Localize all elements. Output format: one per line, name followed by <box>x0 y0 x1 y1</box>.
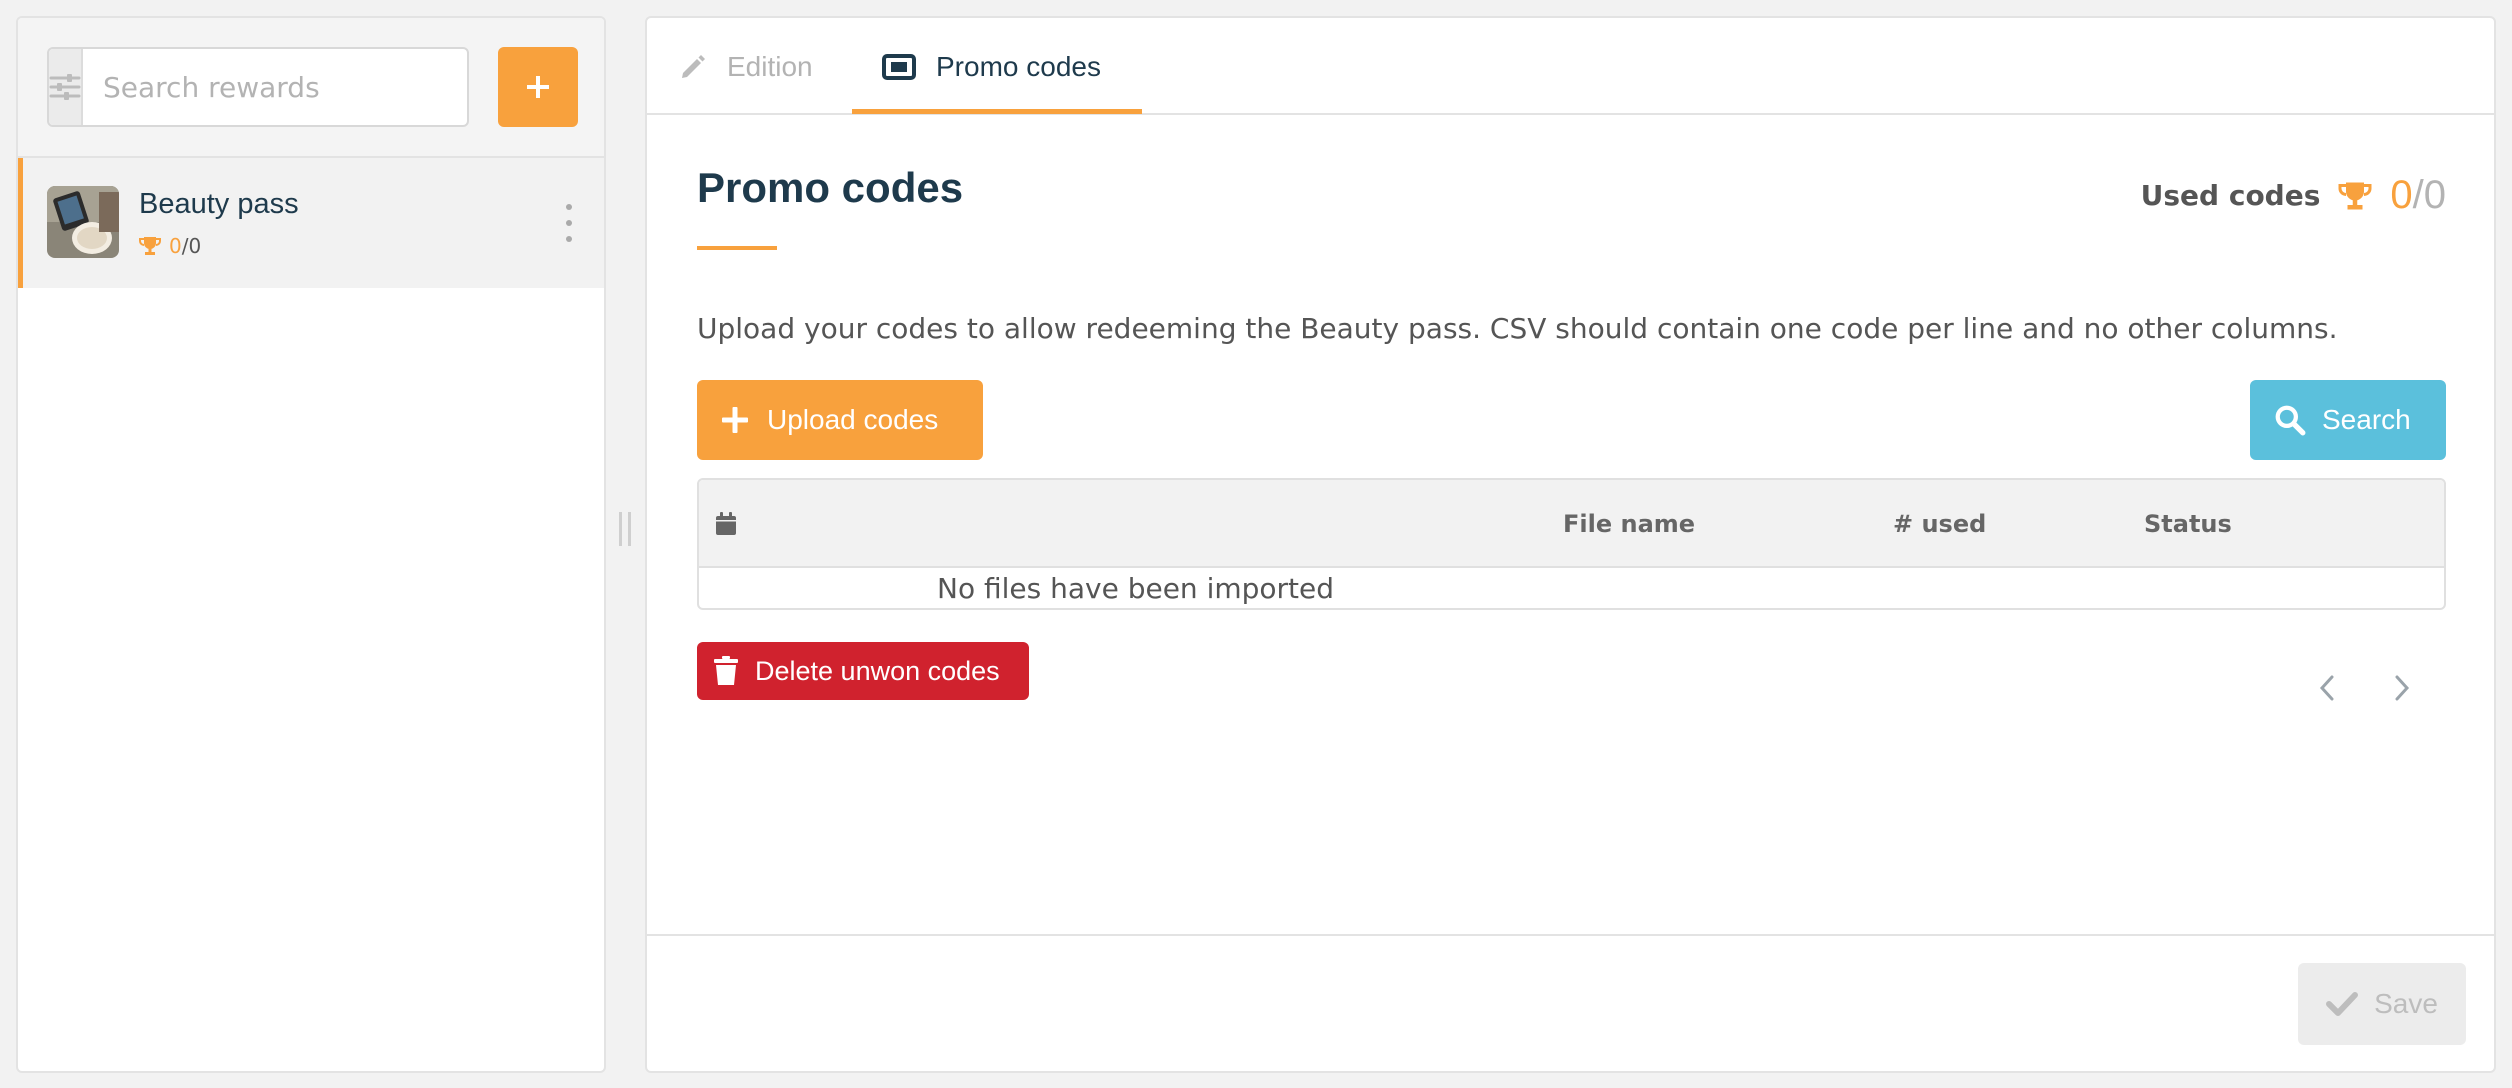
delete-unwon-codes-label: Delete unwon codes <box>755 655 1000 686</box>
reward-usage: 0/0 <box>139 234 201 258</box>
reward-total-count: 0 <box>188 234 202 258</box>
reward-more-options-icon[interactable] <box>563 204 575 242</box>
save-button[interactable]: Save <box>2298 963 2466 1045</box>
title-underline <box>697 246 777 250</box>
search-codes-button[interactable]: Search <box>2250 380 2446 460</box>
plus-icon <box>527 76 549 98</box>
used-codes-count: 0/0 <box>2390 173 2446 218</box>
table-body: No files have been imported <box>699 568 2444 608</box>
tab-edition[interactable]: Edition <box>679 18 813 115</box>
tab-edition-label: Edition <box>727 50 813 82</box>
save-label: Save <box>2374 988 2438 1019</box>
reward-name: Beauty pass <box>139 188 299 220</box>
add-reward-button[interactable] <box>498 47 578 127</box>
upload-codes-label: Upload codes <box>767 404 939 435</box>
table-header: File name # used Status <box>699 480 2444 568</box>
imported-files-table: File name # used Status No files have be… <box>697 478 2446 610</box>
upload-codes-button[interactable]: Upload codes <box>697 380 983 460</box>
rewards-sidebar: Beauty pass 0/0 <box>16 16 606 1073</box>
reward-thumbnail <box>47 186 119 258</box>
reward-list-item[interactable]: Beauty pass 0/0 <box>18 158 604 288</box>
pencil-icon <box>682 54 705 78</box>
used-codes-total: 0 <box>2423 173 2446 217</box>
panel-footer <box>647 934 2494 1071</box>
column-header-file-name[interactable]: File name <box>1563 510 1695 538</box>
plus-icon <box>722 407 748 433</box>
used-codes-label: Used codes <box>2140 179 2321 212</box>
page-title: Promo codes <box>697 164 964 211</box>
upload-instructions: Upload your codes to allow redeeming the… <box>697 312 2338 345</box>
tab-bar: Edition Promo codes <box>647 18 2494 115</box>
sliders-icon <box>49 74 81 100</box>
ticket-icon <box>882 53 916 80</box>
delete-unwon-codes-button[interactable]: Delete unwon codes <box>697 642 1029 700</box>
filter-button[interactable] <box>49 49 83 125</box>
search-box <box>47 47 469 127</box>
column-header-status[interactable]: Status <box>2144 510 2232 538</box>
used-codes-separator: / <box>2412 173 2424 217</box>
reward-used-count: 0 <box>169 234 182 258</box>
used-codes-summary: Used codes 0/0 <box>2141 173 2446 218</box>
trash-icon <box>714 656 738 685</box>
trophy-icon <box>2338 182 2372 209</box>
search-icon <box>2275 405 2306 436</box>
tab-promo-codes[interactable]: Promo codes <box>852 18 1142 115</box>
next-page-icon[interactable] <box>2387 670 2417 706</box>
empty-table-message: No files have been imported <box>937 572 1335 605</box>
previous-page-icon[interactable] <box>2312 670 2342 706</box>
active-tab-indicator <box>852 109 1142 114</box>
sidebar-toolbar <box>18 18 604 158</box>
search-codes-label: Search <box>2322 404 2411 435</box>
check-icon <box>2326 992 2359 1016</box>
search-rewards-input[interactable] <box>83 49 467 125</box>
column-header-used[interactable]: # used <box>1893 510 1986 538</box>
tab-promo-codes-label: Promo codes <box>936 50 1101 82</box>
reward-detail-panel: Edition Promo codes Promo codes Used cod… <box>645 16 2496 1073</box>
calendar-icon <box>716 512 736 535</box>
trophy-icon <box>139 237 161 255</box>
panel-resize-handle[interactable] <box>619 512 631 546</box>
used-codes-used: 0 <box>2390 173 2413 217</box>
